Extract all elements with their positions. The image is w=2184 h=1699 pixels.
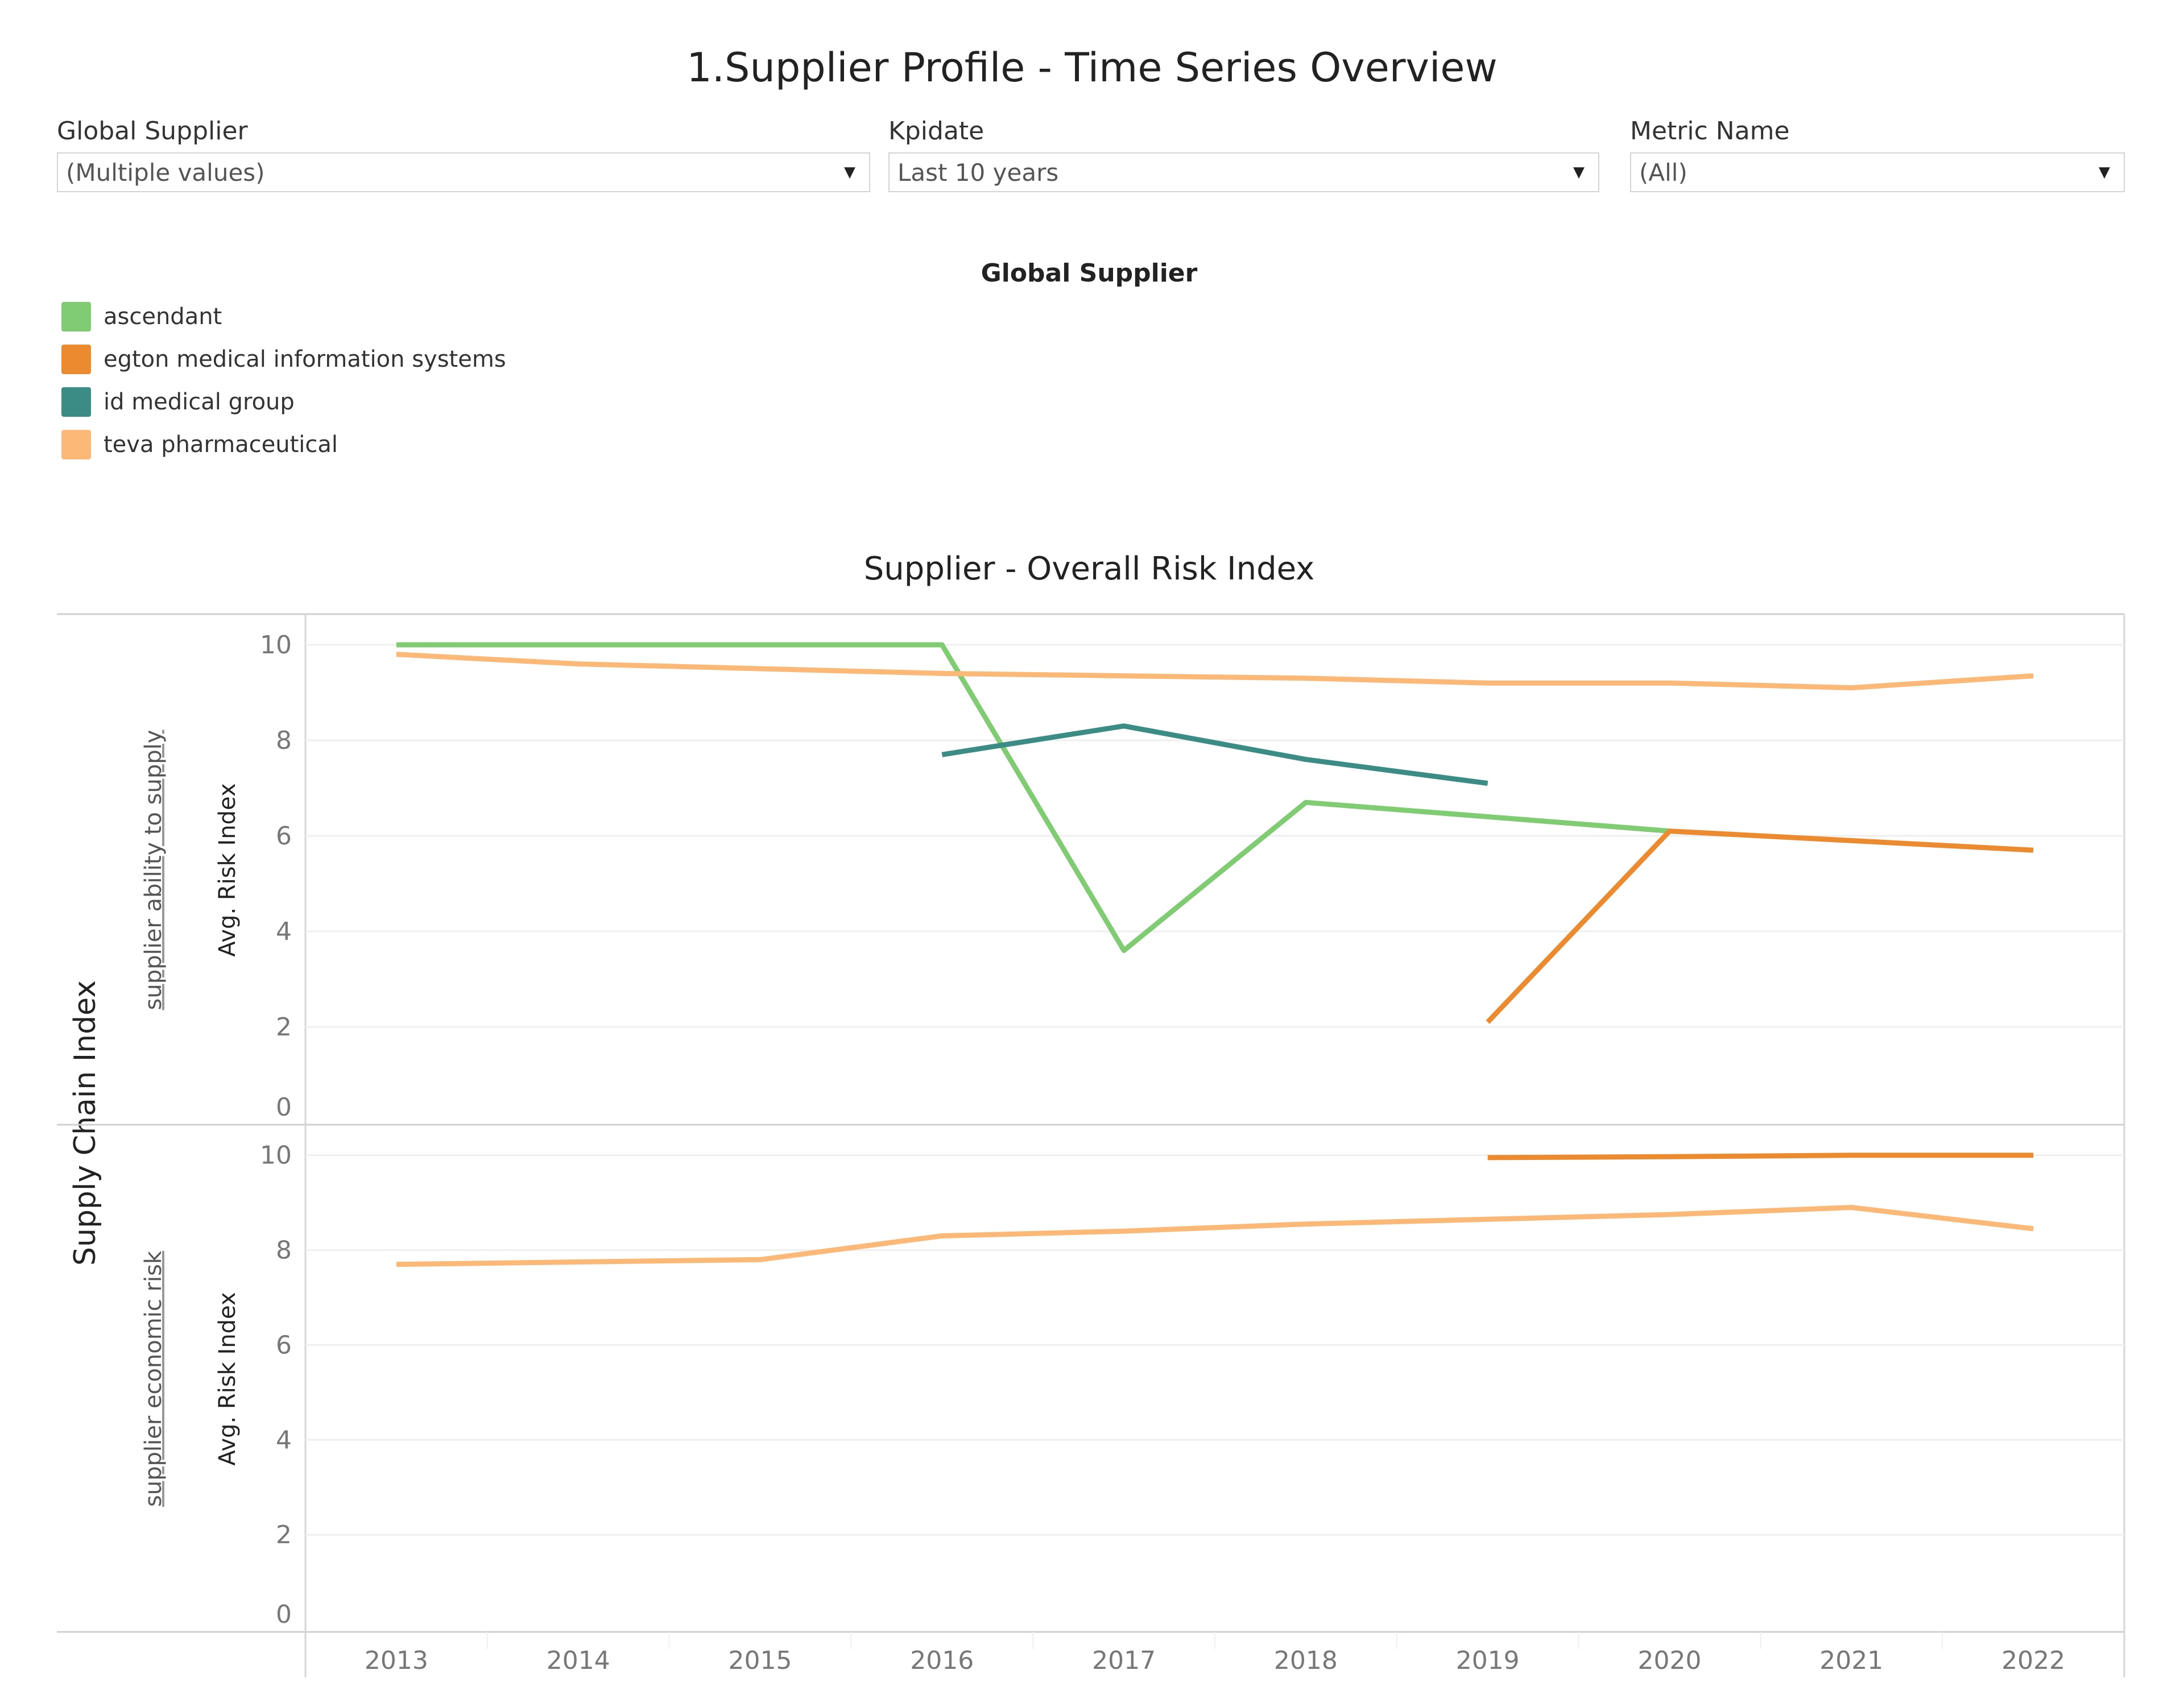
- series-line-ascendant: [396, 642, 1670, 954]
- x-tick-label: 2015: [729, 1646, 792, 1675]
- series-line-egton-medical-information-systems: [1487, 1153, 2034, 1161]
- y-tick-label: 0: [276, 1093, 292, 1122]
- x-tick-label: 2013: [365, 1646, 428, 1675]
- y-tick-label: 0: [276, 1600, 292, 1629]
- series-line-teva-pharmaceutical: [396, 1205, 2034, 1267]
- y-axis-ticks: 0 2 4 6 8 10 0 2 4 6 8 10: [260, 631, 292, 1629]
- y-tick-label: 4: [276, 917, 292, 946]
- gridlines: [305, 644, 2124, 1536]
- y-tick-label: 6: [276, 1331, 292, 1360]
- y-tick-label: 8: [276, 1236, 292, 1265]
- series-line-id-medical-group: [941, 723, 1488, 786]
- x-axis-ticks: 2013 2014 2015 2016 2017 2018 2019 2020 2021 2022: [365, 1632, 2065, 1675]
- x-tick-label: 2016: [910, 1646, 974, 1675]
- y-tick-label: 10: [260, 631, 292, 660]
- series-lines: [396, 642, 2034, 1267]
- x-tick-label: 2020: [1638, 1646, 1702, 1675]
- x-tick-label: 2018: [1274, 1646, 1338, 1675]
- x-tick-label: 2022: [2001, 1646, 2065, 1675]
- series-line-egton-medical-information-systems: [1486, 828, 2034, 1024]
- y-tick-label: 10: [260, 1141, 292, 1170]
- x-tick-label: 2021: [1819, 1646, 1883, 1675]
- chart-canvas: 02468100246810 2013 2014 2015 2016 2017 2018 2…: [57, 613, 2125, 1677]
- y-tick-label: 6: [276, 822, 292, 851]
- chart-frame: [57, 613, 2125, 1677]
- y-tick-label: 2: [276, 1520, 292, 1549]
- x-tick-label: 2017: [1092, 1646, 1156, 1675]
- y-tick-label: 8: [276, 726, 292, 755]
- y-tick-label: 4: [276, 1425, 292, 1454]
- series-line-teva-pharmaceutical: [396, 652, 2034, 691]
- y-tick-label: 2: [276, 1013, 292, 1042]
- x-tick-label: 2019: [1456, 1646, 1520, 1675]
- x-tick-label: 2014: [547, 1646, 610, 1675]
